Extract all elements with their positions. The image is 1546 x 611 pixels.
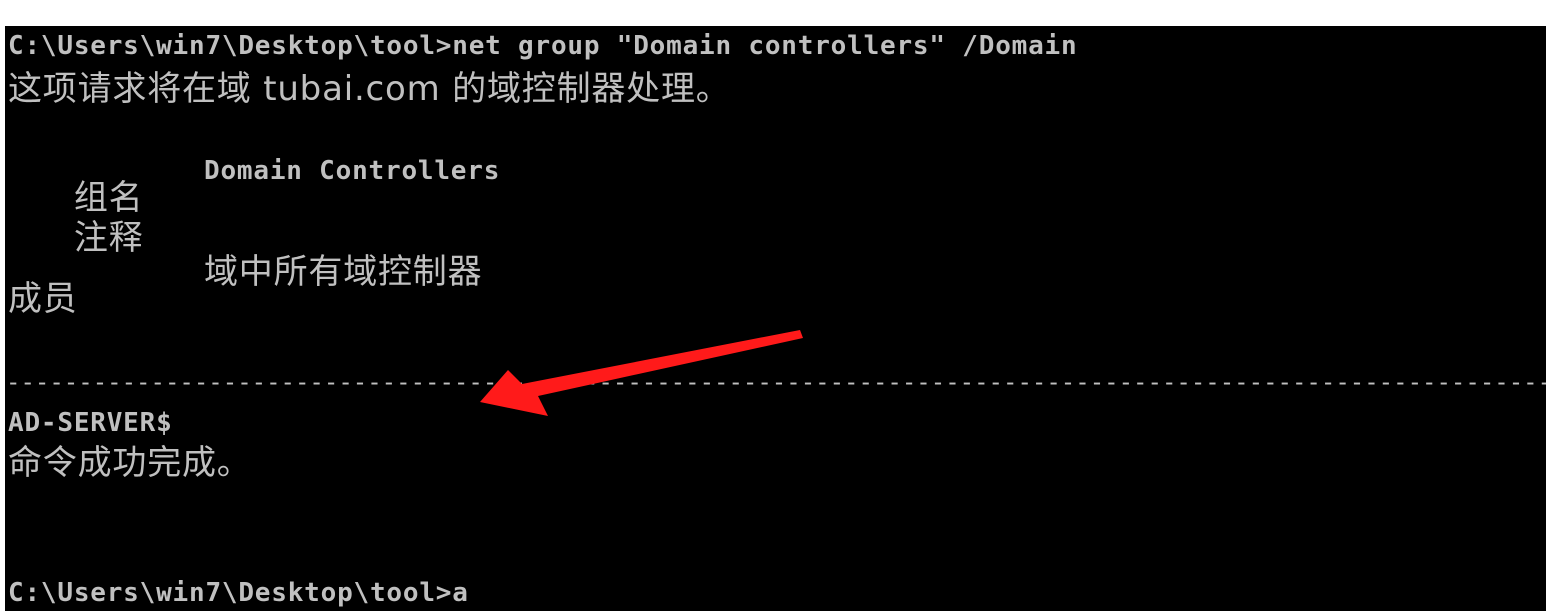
arrow-shape — [480, 330, 803, 416]
command-prompt-window[interactable]: C:\Users\win7\Desktop\tool>net group "Do… — [0, 0, 1546, 611]
arrow-icon — [480, 330, 803, 416]
